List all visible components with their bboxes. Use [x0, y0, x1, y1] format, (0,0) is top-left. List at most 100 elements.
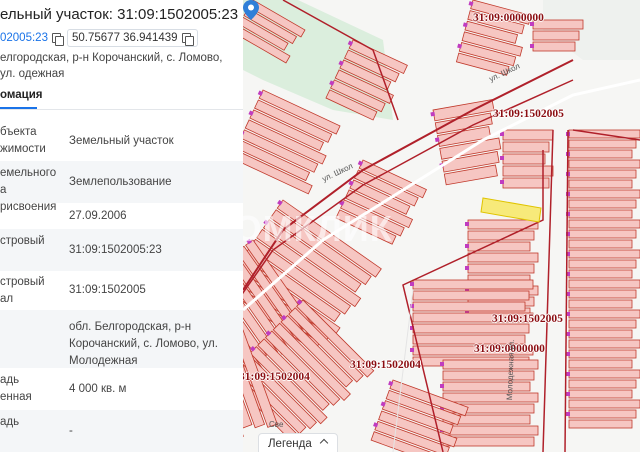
- land-parcel[interactable]: [568, 159, 640, 169]
- property-row: рисвоения 27.09.2006: [0, 201, 243, 229]
- land-parcel[interactable]: [568, 269, 633, 279]
- land-parcel[interactable]: [532, 30, 580, 41]
- cadastral-quarter-label: 31:09:1502004: [243, 371, 310, 383]
- land-parcel[interactable]: [568, 339, 640, 349]
- land-parcel[interactable]: [568, 359, 633, 369]
- land-parcel[interactable]: [442, 381, 531, 392]
- land-parcel[interactable]: [467, 263, 535, 274]
- land-parcel[interactable]: [412, 290, 530, 301]
- property-row: адь енная 4 000 кв. м: [0, 368, 243, 410]
- property-row: стровый ал 31:09:1502005: [0, 271, 243, 310]
- land-parcel[interactable]: [568, 219, 640, 229]
- building-marker: [440, 384, 444, 388]
- land-parcel[interactable]: [412, 323, 530, 334]
- land-parcel[interactable]: [442, 359, 539, 370]
- land-parcel[interactable]: [502, 165, 554, 177]
- building-marker: [500, 180, 504, 184]
- land-parcel[interactable]: [568, 419, 633, 429]
- parcel-group: [500, 129, 554, 189]
- property-row: стровый 31:09:1502005:23: [0, 229, 243, 271]
- land-parcel[interactable]: [568, 139, 637, 149]
- land-parcel[interactable]: [467, 252, 539, 263]
- land-parcel[interactable]: [568, 249, 640, 259]
- property-label: стровый: [0, 235, 45, 247]
- property-label: адь енная: [0, 374, 32, 403]
- land-parcel[interactable]: [568, 239, 633, 249]
- land-parcel[interactable]: [502, 177, 550, 189]
- info-panel: ельный участок: 31:09:1502005:23 02005:2…: [0, 0, 243, 452]
- land-parcel[interactable]: [568, 169, 637, 179]
- land-parcel[interactable]: [412, 301, 526, 312]
- land-parcel[interactable]: [568, 149, 633, 159]
- land-parcel[interactable]: [568, 289, 637, 299]
- land-parcel[interactable]: [568, 319, 637, 329]
- property-label: бъекта жимости: [0, 126, 46, 155]
- tab-divider: [0, 109, 243, 110]
- location-pin-icon[interactable]: [243, 0, 259, 20]
- land-parcel[interactable]: [568, 199, 637, 209]
- land-parcel[interactable]: [568, 379, 637, 389]
- legend-toggle[interactable]: Легенда: [258, 433, 338, 452]
- land-parcel[interactable]: [442, 425, 539, 436]
- land-parcel[interactable]: [502, 153, 546, 165]
- land-parcel[interactable]: [568, 299, 633, 309]
- building-marker: [440, 362, 444, 366]
- land-parcel[interactable]: [568, 209, 633, 219]
- land-parcel[interactable]: [568, 409, 637, 419]
- land-parcel[interactable]: [532, 41, 576, 52]
- property-value: Землепользование: [69, 175, 172, 188]
- property-label: стровый ал: [0, 275, 45, 305]
- land-parcel[interactable]: [502, 129, 554, 141]
- street-label: Све: [269, 420, 284, 429]
- land-parcel[interactable]: [502, 141, 550, 153]
- property-row: бъекта жимости Земельный участок: [0, 121, 243, 161]
- land-parcel[interactable]: [568, 389, 633, 399]
- land-parcel[interactable]: [568, 229, 637, 239]
- land-parcel[interactable]: [568, 399, 640, 409]
- land-parcel[interactable]: [568, 279, 640, 289]
- property-value: 4 000 кв. м: [69, 382, 127, 395]
- building-marker: [530, 44, 534, 48]
- property-label: емельного а: [0, 167, 57, 196]
- land-parcel[interactable]: [568, 179, 633, 189]
- watermark: ДОМКЛИК: [243, 208, 393, 249]
- quarter-boundary: [564, 129, 569, 452]
- panel-title: ельный участок: 31:09:1502005:23: [0, 6, 239, 23]
- coordinates-text: 50.75677 36.941439: [72, 32, 178, 44]
- cadastral-map[interactable]: 31:09:0000000 31:09:1502005 31:09:150200…: [243, 0, 640, 452]
- tab-information[interactable]: омация: [0, 89, 42, 106]
- land-parcel[interactable]: [568, 189, 640, 199]
- building-marker: [465, 266, 469, 270]
- copy-icon[interactable]: [181, 32, 194, 46]
- cadastral-quarter-label: 31:09:1502004: [350, 359, 421, 371]
- chevron-up-icon: [319, 438, 329, 448]
- selected-parcel: [480, 197, 542, 223]
- property-row: обл. Белгородская, р-н Корочанский, с. Л…: [0, 310, 243, 368]
- land-parcel[interactable]: [467, 230, 535, 241]
- land-parcel[interactable]: [442, 370, 535, 381]
- property-value: 31:09:1502005: [69, 284, 146, 296]
- parcel-group: [530, 19, 584, 52]
- land-parcel[interactable]: [412, 279, 534, 290]
- property-value: 31:09:1502005:23: [69, 243, 162, 256]
- copy-icon[interactable]: [51, 32, 64, 46]
- building-marker: [500, 156, 504, 160]
- building-marker: [566, 412, 570, 416]
- land-parcel[interactable]: [568, 349, 637, 359]
- land-parcel[interactable]: [442, 392, 539, 403]
- cadastral-quarter-label: 31:09:0000000: [473, 12, 544, 24]
- property-row: емельного а Землепользование: [0, 161, 243, 203]
- land-parcel[interactable]: [568, 259, 637, 269]
- building-marker: [434, 137, 440, 143]
- cadastral-number-chip[interactable]: 02005:23: [0, 29, 64, 47]
- land-parcel[interactable]: [568, 309, 640, 319]
- property-value: -: [69, 424, 73, 437]
- address-line: елгородская, р-н Корочанский, с. Ломово,…: [0, 52, 223, 80]
- building-marker: [465, 222, 469, 226]
- land-parcel[interactable]: [568, 329, 633, 339]
- cadastral-number-text: 02005:23: [0, 32, 48, 44]
- coordinates-chip[interactable]: 50.75677 36.941439: [67, 29, 198, 47]
- land-parcel[interactable]: [467, 241, 531, 252]
- land-parcel[interactable]: [568, 369, 640, 379]
- building-marker: [465, 244, 469, 248]
